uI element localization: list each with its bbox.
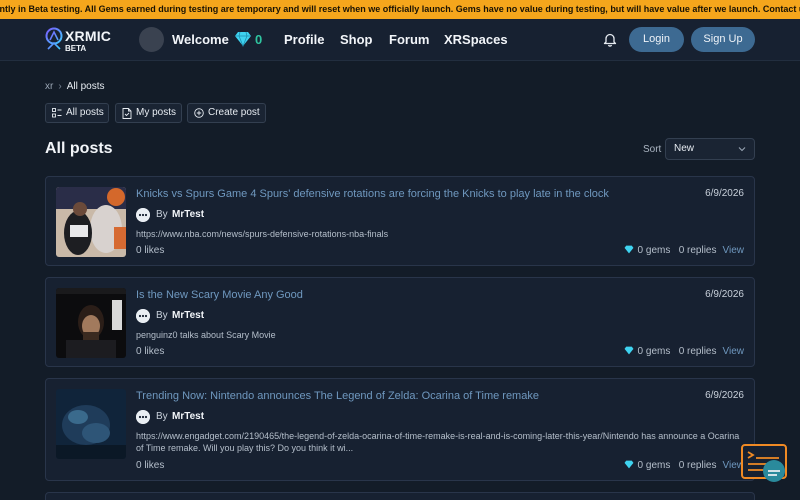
post-card[interactable]: Knicks vs Spurs Game 4 Spurs' defensive … bbox=[45, 176, 755, 266]
post-title[interactable]: Is the New Scary Movie Any Good bbox=[136, 289, 303, 301]
post-likes: 0 likes bbox=[136, 460, 165, 471]
beta-banner-text: rently in Beta testing. All Gems earned … bbox=[0, 4, 800, 14]
diamond-icon bbox=[235, 31, 251, 47]
breadcrumb: xr › All posts bbox=[45, 81, 104, 92]
post-by-label: By bbox=[156, 310, 168, 321]
post-card[interactable]: Is the New Scary Movie Any Good 6/9/2026… bbox=[45, 277, 755, 367]
chevron-right-icon: › bbox=[58, 81, 62, 92]
post-author-name[interactable]: MrTest bbox=[172, 209, 204, 220]
diamond-icon bbox=[624, 245, 633, 254]
more-dots-icon bbox=[136, 208, 150, 222]
post-date: 6/9/2026 bbox=[705, 289, 744, 300]
post-thumbnail[interactable] bbox=[56, 187, 126, 257]
post-description: https://www.engadget.com/2190465/the-leg… bbox=[136, 431, 740, 453]
post-stats: 0 gems 0 replies View bbox=[624, 460, 744, 471]
post-date: 6/9/2026 bbox=[705, 390, 744, 401]
beta-banner: rently in Beta testing. All Gems earned … bbox=[0, 0, 800, 19]
page-title: All posts bbox=[45, 140, 113, 157]
logo[interactable]: XRMIC BETA bbox=[44, 27, 114, 55]
create-post-label: Create post bbox=[208, 107, 260, 118]
breadcrumb-root[interactable]: xr bbox=[45, 81, 53, 92]
nav-profile[interactable]: Profile bbox=[284, 32, 324, 47]
post-view-link[interactable]: View bbox=[723, 346, 745, 357]
post-by-label: By bbox=[156, 209, 168, 220]
logo-icon bbox=[45, 27, 63, 50]
tab-all-posts[interactable]: All posts bbox=[45, 103, 109, 123]
bell-icon[interactable] bbox=[603, 32, 617, 47]
welcome-text: Welcome bbox=[172, 32, 229, 47]
post-thumbnail[interactable] bbox=[56, 288, 126, 358]
post-replies: 0 replies bbox=[678, 460, 717, 471]
post-stats: 0 gems 0 replies View bbox=[624, 346, 744, 357]
more-dots-icon bbox=[136, 309, 150, 323]
sort-select[interactable]: New bbox=[665, 138, 755, 160]
gem-count: 0 bbox=[255, 32, 263, 47]
post-card[interactable] bbox=[45, 492, 755, 500]
plus-circle-icon bbox=[194, 108, 204, 118]
signup-button[interactable]: Sign Up bbox=[691, 27, 755, 52]
post-description: https://www.nba.com/news/spurs-defensive… bbox=[136, 229, 389, 239]
nav-shop[interactable]: Shop bbox=[340, 32, 373, 47]
post-stats: 0 gems 0 replies View bbox=[624, 245, 744, 256]
login-button[interactable]: Login bbox=[629, 27, 684, 52]
chat-bubble-icon[interactable] bbox=[741, 444, 791, 488]
post-date: 6/9/2026 bbox=[705, 188, 744, 199]
post-author-name[interactable]: MrTest bbox=[172, 411, 204, 422]
logo-beta-label: BETA bbox=[65, 44, 87, 53]
list-icon bbox=[52, 108, 62, 118]
post-replies: 0 replies bbox=[678, 245, 717, 256]
post-description: penguinz0 talks about Scary Movie bbox=[136, 330, 276, 340]
post-likes: 0 likes bbox=[136, 346, 165, 357]
post-by-label: By bbox=[156, 411, 168, 422]
sort-value: New bbox=[674, 143, 695, 154]
post-gems: 0 gems bbox=[637, 245, 671, 256]
logo-text: XRMIC bbox=[65, 28, 112, 44]
more-dots-icon bbox=[136, 410, 150, 424]
post-card[interactable]: Trending Now: Nintendo announces The Leg… bbox=[45, 378, 755, 481]
post-gems: 0 gems bbox=[637, 460, 671, 471]
post-view-link[interactable]: View bbox=[723, 245, 745, 256]
create-post-button[interactable]: Create post bbox=[187, 103, 266, 123]
diamond-icon bbox=[624, 346, 633, 355]
avatar[interactable] bbox=[139, 27, 164, 52]
top-header: XRMIC BETA Welcome 0 Profile Shop Forum … bbox=[0, 19, 800, 61]
post-likes: 0 likes bbox=[136, 245, 165, 256]
post-author-name[interactable]: MrTest bbox=[172, 310, 204, 321]
chevron-down-icon bbox=[738, 147, 746, 152]
post-thumbnail[interactable] bbox=[56, 389, 126, 459]
post-title[interactable]: Knicks vs Spurs Game 4 Spurs' defensive … bbox=[136, 188, 609, 200]
document-icon bbox=[122, 108, 132, 119]
nav-forum[interactable]: Forum bbox=[389, 32, 429, 47]
tab-my-posts-label: My posts bbox=[136, 107, 177, 118]
diamond-icon bbox=[624, 460, 633, 469]
breadcrumb-current: All posts bbox=[66, 81, 105, 92]
nav-xrspaces[interactable]: XRSpaces bbox=[444, 32, 508, 47]
post-title[interactable]: Trending Now: Nintendo announces The Leg… bbox=[136, 390, 539, 402]
tab-all-posts-label: All posts bbox=[66, 107, 104, 118]
post-gems: 0 gems bbox=[637, 346, 671, 357]
post-replies: 0 replies bbox=[678, 346, 717, 357]
sort-label: Sort bbox=[643, 144, 662, 155]
tab-my-posts[interactable]: My posts bbox=[115, 103, 182, 123]
